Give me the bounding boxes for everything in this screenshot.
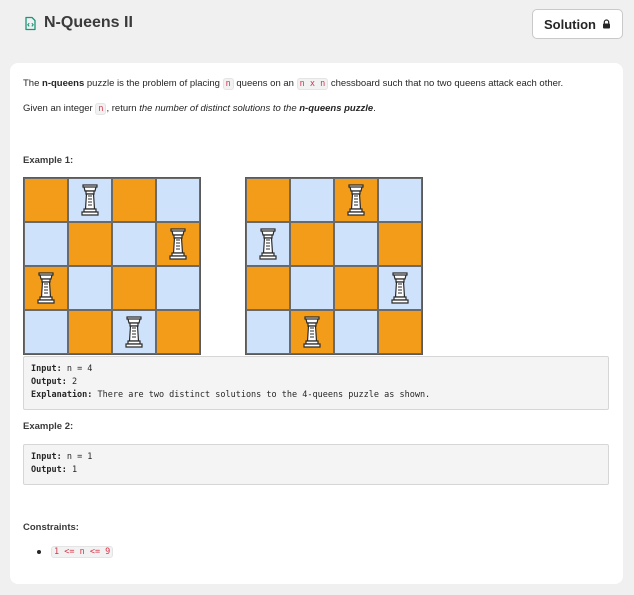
constraint-item: 1 <= n <= 9 — [37, 546, 114, 558]
inline-code-nxn: n x n — [296, 78, 329, 90]
board-square — [246, 178, 290, 222]
chessboard-solution-2 — [245, 177, 423, 355]
board-square — [112, 178, 156, 222]
board-square — [68, 266, 112, 310]
board-square — [156, 310, 200, 354]
board-square — [24, 310, 68, 354]
example-2-output: Output: 1 — [31, 465, 78, 475]
bullet — [37, 550, 41, 554]
board-square — [68, 178, 112, 222]
board-square — [290, 222, 334, 266]
board-square — [156, 222, 200, 266]
board-square — [246, 266, 290, 310]
board-square — [246, 310, 290, 354]
board-square — [378, 310, 422, 354]
example-1-explanation: Explanation: There are two distinct solu… — [31, 390, 431, 400]
description-paragraph-1: The n-queens puzzle is the problem of pl… — [23, 78, 564, 90]
queen-icon — [37, 272, 55, 304]
board-square — [24, 178, 68, 222]
board-square — [24, 222, 68, 266]
code-file-icon — [23, 16, 38, 31]
board-square — [68, 222, 112, 266]
queen-icon — [303, 316, 321, 348]
queen-icon — [347, 184, 365, 216]
board-square — [156, 266, 200, 310]
board-square — [112, 222, 156, 266]
chessboard-solution-1 — [23, 177, 201, 355]
example-2-heading: Example 2: — [23, 421, 74, 432]
board-square — [112, 310, 156, 354]
board-square — [334, 266, 378, 310]
board-square — [378, 266, 422, 310]
lock-icon — [602, 17, 611, 32]
queen-icon — [259, 228, 277, 260]
constraints-heading: Constraints: — [23, 522, 79, 533]
title-wrap: N-Queens II — [23, 14, 133, 32]
example-2-code-block: Input: n = 1 Output: 1 — [23, 444, 609, 485]
page-title: N-Queens II — [44, 14, 133, 31]
solution-label: Solution — [544, 16, 596, 32]
queen-icon — [169, 228, 187, 260]
board-square — [290, 310, 334, 354]
board-square — [378, 178, 422, 222]
board-square — [156, 178, 200, 222]
queen-icon — [125, 316, 143, 348]
board-square — [112, 266, 156, 310]
example-1-code-block: Input: n = 4 Output: 2 Explanation: Ther… — [23, 356, 609, 410]
board-square — [24, 266, 68, 310]
queen-icon — [81, 184, 99, 216]
description-paragraph-2: Given an integer n, return the number of… — [23, 103, 376, 115]
board-square — [334, 222, 378, 266]
board-square — [334, 310, 378, 354]
board-square — [334, 178, 378, 222]
queen-icon — [391, 272, 409, 304]
example-1-output: Output: 2 — [31, 377, 78, 387]
solution-button[interactable]: Solution — [532, 9, 623, 39]
board-square — [378, 222, 422, 266]
inline-code-n: n — [95, 103, 107, 115]
example-1-heading: Example 1: — [23, 155, 74, 166]
inline-code-n: n — [222, 78, 234, 90]
board-square — [246, 222, 290, 266]
header: N-Queens II Solution — [0, 0, 634, 50]
example-2-input: Input: n = 1 — [31, 452, 93, 462]
constraint-code: 1 <= n <= 9 — [51, 546, 114, 558]
board-square — [290, 178, 334, 222]
example-1-input: Input: n = 4 — [31, 364, 93, 374]
board-square — [290, 266, 334, 310]
board-square — [68, 310, 112, 354]
